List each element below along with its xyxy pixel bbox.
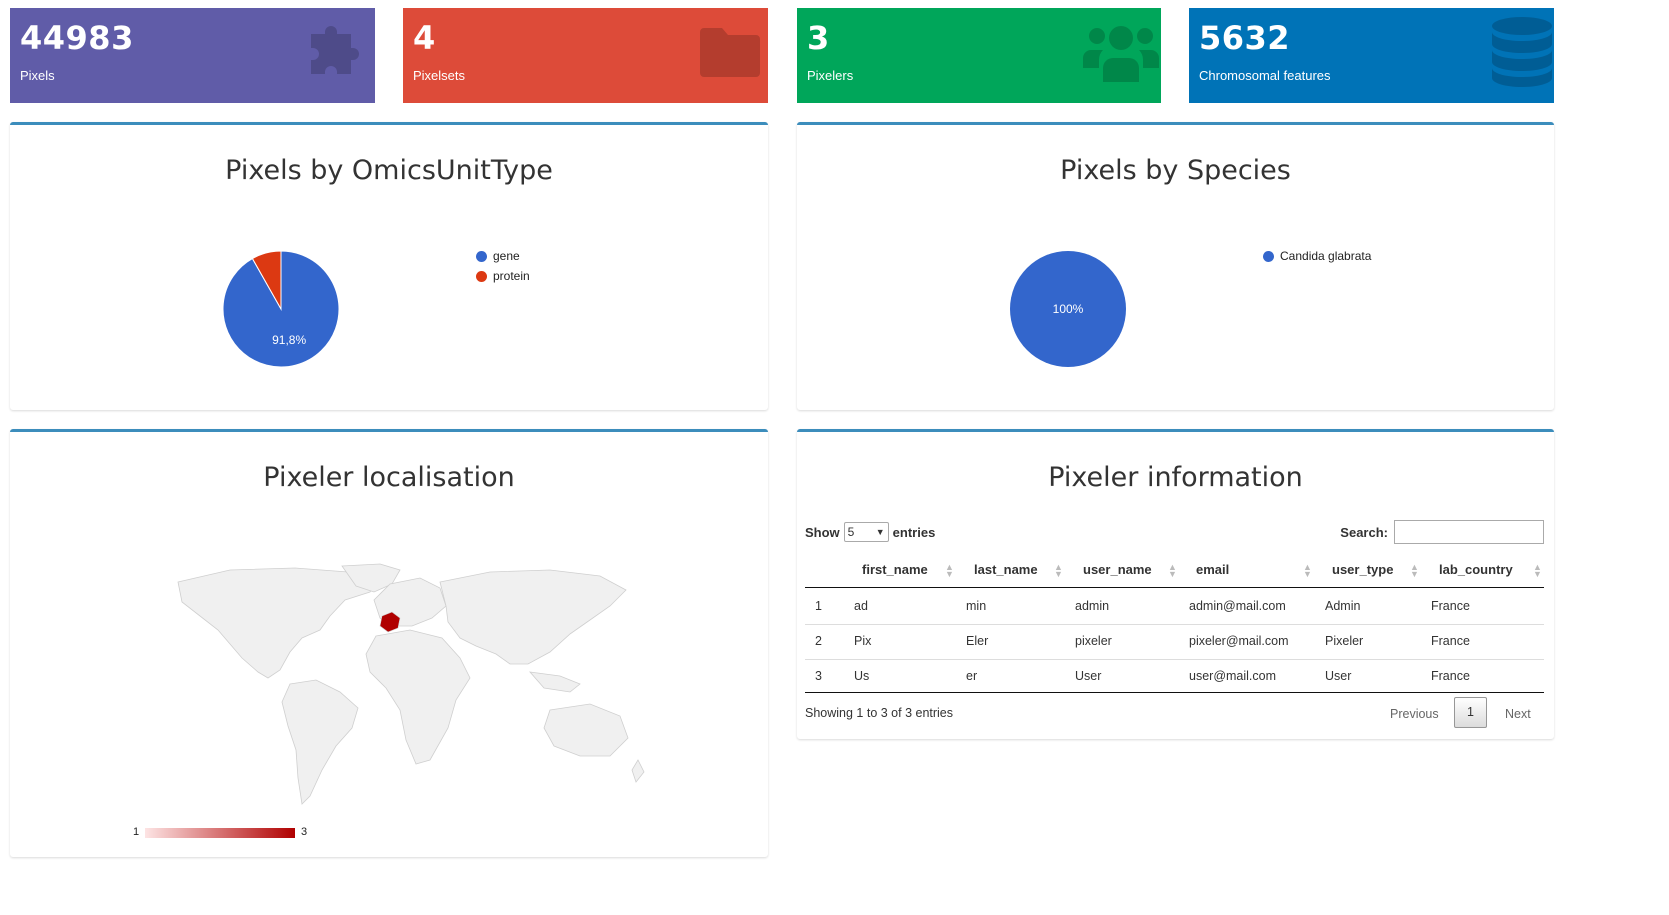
panel-title: Pixeler information: [1048, 462, 1303, 493]
table-cell-user-type: Admin: [1325, 599, 1361, 613]
map-north-america: [177, 567, 381, 679]
column-header-user-name[interactable]: user_name: [1083, 562, 1152, 577]
table-row[interactable]: 2 Pix Eler pixeler pixeler@mail.com Pixeler Fr…: [805, 625, 1544, 660]
length-select[interactable]: 5 ▼: [843, 522, 889, 542]
table-cell-user-name: pixeler: [1075, 634, 1112, 648]
map-australia: [543, 703, 629, 757]
page-number: 1: [1467, 705, 1474, 719]
legend-swatch: [1263, 250, 1274, 262]
users-icon: [1083, 20, 1159, 89]
show-label: Show: [805, 524, 840, 540]
table-bottom-border: [805, 692, 1544, 693]
sort-icon[interactable]: ▲ ▼: [945, 563, 954, 579]
chevron-down-icon: ▼: [875, 527, 885, 537]
page-1-button[interactable]: 1: [1454, 697, 1487, 728]
legend-item-candida-glabrata: Candida glabrata: [1263, 249, 1371, 263]
table-cell-first-name: Pix: [854, 634, 872, 648]
map-legend-max: 3: [301, 826, 308, 838]
column-header-email[interactable]: email: [1196, 562, 1229, 577]
header-border: [805, 587, 1544, 588]
table-cell-user-type: Pixeler: [1325, 634, 1364, 648]
row-index: 2: [815, 634, 822, 648]
table-cell-email: pixeler@mail.com: [1189, 634, 1289, 648]
search-control: Search:: [1340, 520, 1544, 544]
pie-slice-label: 100%: [1053, 302, 1084, 316]
sort-icon[interactable]: ▲ ▼: [1054, 563, 1063, 579]
row-index: 1: [815, 599, 822, 613]
map-asia: [439, 569, 627, 665]
legend-label: gene: [493, 249, 520, 263]
table-cell-last-name: min: [966, 599, 987, 613]
map-legend: 1 3: [130, 826, 320, 840]
legend-item-protein: protein: [476, 269, 530, 283]
table-cell-first-name: Us: [854, 669, 870, 683]
sort-icon[interactable]: ▲ ▼: [1410, 563, 1419, 579]
map-south-america: [281, 679, 359, 805]
length-control: Show 5 ▼ entries: [805, 522, 935, 542]
species-pie-chart: 100%: [1010, 251, 1126, 367]
map-legend-min: 1: [133, 826, 140, 838]
table-cell-user-name: admin: [1075, 599, 1110, 613]
sort-icon[interactable]: ▲ ▼: [1533, 563, 1542, 579]
table-row[interactable]: 3 Us er User user@mail.com User France: [805, 660, 1544, 694]
panel-species: Pixels by Species 100% Candida glabrata: [797, 122, 1554, 410]
table-cell-lab-country: France: [1431, 669, 1470, 683]
table-cell-first-name: ad: [854, 599, 868, 613]
folder-icon: [698, 20, 762, 89]
value-box-chromosomal-features: 5632 Chromosomal features: [1189, 8, 1554, 103]
length-select-value: 5: [847, 525, 855, 539]
table-cell-user-name: User: [1075, 669, 1102, 683]
table-cell-email: admin@mail.com: [1189, 599, 1286, 613]
map-new-zealand: [631, 759, 645, 783]
previous-button[interactable]: Previous: [1390, 707, 1439, 721]
omics-pie-chart: 91,8%: [222, 250, 340, 368]
search-label: Search:: [1340, 524, 1388, 540]
panel-pixeler-localisation: Pixeler localisation 1 3: [10, 429, 768, 857]
table-cell-last-name: Eler: [966, 634, 989, 648]
row-index: 3: [815, 669, 822, 683]
column-header-last-name[interactable]: last_name: [974, 562, 1038, 577]
panel-omics-unit-type: Pixels by OmicsUnitType 91,8% gene prote…: [10, 122, 768, 410]
table-cell-email: user@mail.com: [1189, 669, 1277, 683]
value-box-pixels: 44983 Pixels: [10, 8, 375, 103]
map-se-asia: [528, 671, 581, 693]
database-icon: [1490, 16, 1554, 93]
value-box-pixelsets: 4 Pixelsets: [403, 8, 768, 103]
legend-swatch: [476, 270, 487, 282]
table-cell-lab-country: France: [1431, 599, 1470, 613]
puzzle-icon: [305, 20, 369, 89]
search-input[interactable]: [1394, 520, 1544, 544]
legend-item-gene: gene: [476, 249, 520, 263]
panel-title: Pixeler localisation: [263, 462, 515, 493]
entries-label: entries: [892, 524, 936, 540]
table-info: Showing 1 to 3 of 3 entries: [805, 706, 954, 720]
column-header-first-name[interactable]: first_name: [862, 562, 928, 577]
pie-slice-label: 91,8%: [272, 333, 306, 347]
world-map: [177, 563, 645, 805]
table-cell-last-name: er: [966, 669, 978, 683]
legend-swatch: [476, 250, 487, 262]
sort-icon[interactable]: ▲ ▼: [1303, 563, 1312, 579]
table-cell-lab-country: France: [1431, 634, 1470, 648]
sort-icon[interactable]: ▲ ▼: [1168, 563, 1177, 579]
map-africa: [365, 629, 471, 765]
value-box-pixelers: 3 Pixelers: [797, 8, 1161, 103]
panel-pixeler-information: Pixeler information Show 5 ▼ entries Sea…: [797, 429, 1554, 739]
map-legend-gradient: [145, 828, 295, 838]
legend-label: protein: [493, 269, 530, 283]
table-cell-user-type: User: [1325, 669, 1352, 683]
table-row[interactable]: 1 ad min admin admin@mail.com Admin France: [805, 590, 1544, 625]
column-header-lab-country[interactable]: lab_country: [1439, 562, 1513, 577]
column-header-user-type[interactable]: user_type: [1332, 562, 1393, 577]
legend-label: Candida glabrata: [1280, 249, 1372, 263]
next-button[interactable]: Next: [1505, 707, 1531, 721]
